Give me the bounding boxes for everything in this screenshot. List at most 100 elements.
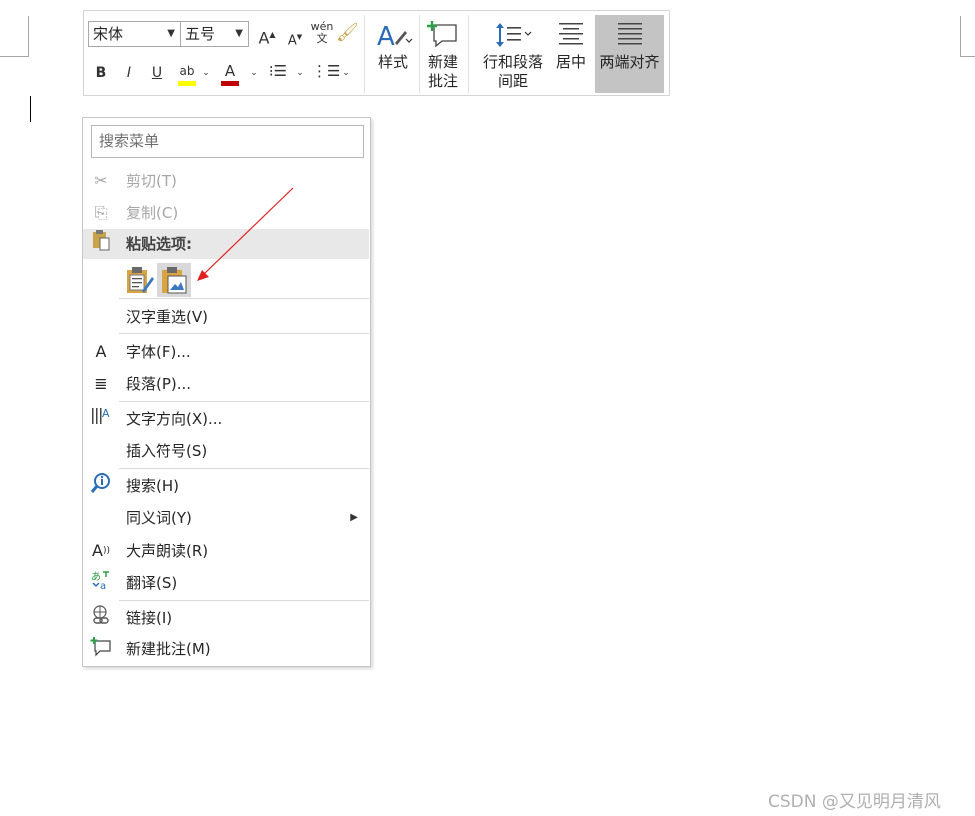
chevron-down-icon[interactable]: ⌄: [248, 63, 260, 83]
font-size-value: 五号: [185, 25, 216, 43]
align-center-icon: [551, 17, 591, 53]
paste-as-picture-button[interactable]: [157, 263, 191, 297]
shrink-font-icon[interactable]: A▼: [284, 27, 306, 51]
center-label: 居中: [555, 53, 586, 71]
menu-item-insert-symbol[interactable]: 插入符号(S): [83, 437, 370, 465]
menu-item-search-label: 搜索(H): [126, 477, 179, 495]
bold-button[interactable]: B: [92, 63, 110, 83]
read-aloud-icon: A)): [92, 541, 110, 560]
svg-text:a: a: [100, 581, 106, 591]
menu-item-hanzi-reselect-label: 汉字重选(V): [126, 308, 208, 326]
bullets-icon[interactable]: ⁝☰: [266, 61, 290, 81]
menu-item-text-direction[interactable]: A 文字方向(X)...: [83, 405, 370, 433]
menu-separator: [119, 298, 369, 299]
svg-text:A: A: [102, 407, 110, 420]
clipboard-icon: [89, 229, 113, 261]
watermark-text: CSDN @又见明月清风: [768, 792, 941, 812]
menu-item-font[interactable]: A 字体(F)...: [83, 338, 370, 366]
copy-icon: ⎘: [94, 203, 108, 222]
styles-icon: A: [371, 17, 415, 53]
center-align-button[interactable]: 居中: [551, 17, 591, 72]
menu-item-new-comment-label: 新建批注(M): [126, 640, 211, 658]
new-comment-label-2: 批注: [427, 72, 458, 90]
chevron-down-icon[interactable]: ⌄: [200, 63, 212, 83]
menu-item-translate-label: 翻译(S): [126, 574, 178, 592]
svg-text:A: A: [377, 22, 395, 51]
menu-item-insert-symbol-label: 插入符号(S): [126, 442, 208, 460]
align-justify-icon: [595, 17, 664, 55]
chevron-down-icon[interactable]: ⌄: [294, 63, 306, 83]
menu-item-text-direction-label: 文字方向(X)...: [126, 410, 223, 428]
line-spacing-button[interactable]: 行和段落 间距: [477, 17, 549, 91]
translate-icon: あa: [89, 569, 113, 600]
page-corner-mark-left: [0, 16, 29, 57]
font-size-combo[interactable]: 五号 ▼: [180, 21, 249, 47]
context-menu: 搜索菜单 ✂ 剪切(T) ⎘ 复制(C) 粘贴选项: 汉字重选(V) A 字体(…: [82, 117, 371, 667]
justify-button[interactable]: 两端对齐: [595, 15, 664, 93]
toolbar-divider: [419, 15, 420, 93]
menu-item-search[interactable]: 搜索(H): [83, 472, 370, 500]
highlight-color-swatch: [178, 81, 196, 86]
toolbar-divider: [364, 15, 365, 93]
styles-label: 样式: [377, 53, 408, 71]
font-color-button[interactable]: A: [220, 61, 240, 86]
phonetic-guide-icon[interactable]: wén 文: [309, 21, 335, 45]
mini-toolbar: 宋体 ▼ 五号 ▼ A▲ A▼ wén 文 🖌 B I U ab ⌄ A ⌄ ⁝…: [83, 10, 670, 96]
menu-item-read-aloud[interactable]: A)) 大声朗读(R): [83, 537, 370, 565]
submenu-arrow-icon: ▶: [350, 512, 358, 523]
page-corner-mark-right: [960, 16, 975, 57]
font-name-combo[interactable]: 宋体 ▼: [88, 21, 181, 47]
menu-item-paragraph[interactable]: ≣ 段落(P)...: [83, 370, 370, 398]
new-comment-label-1: 新建: [427, 53, 458, 71]
menu-item-new-comment[interactable]: 新建批注(M): [83, 635, 370, 663]
menu-item-copy-label: 复制(C): [126, 204, 179, 222]
menu-item-cut[interactable]: ✂ 剪切(T): [83, 167, 370, 195]
numbering-icon[interactable]: ⋮☰: [312, 61, 340, 81]
menu-search-input[interactable]: 搜索菜单: [91, 125, 364, 158]
line-spacing-label-1: 行和段落: [482, 53, 543, 71]
menu-item-link-label: 链接(I): [126, 609, 173, 627]
font-A-icon: A: [95, 342, 107, 361]
highlight-glyph: ab: [179, 64, 195, 78]
new-comment-icon: [423, 17, 463, 53]
scissors-icon: ✂: [94, 171, 108, 190]
new-comment-icon: [89, 635, 113, 666]
justify-label: 两端对齐: [599, 53, 660, 71]
italic-button[interactable]: I: [120, 63, 138, 83]
highlight-button[interactable]: ab: [176, 61, 198, 86]
font-name-value: 宋体: [93, 25, 124, 43]
grow-font-icon[interactable]: A▲: [256, 25, 278, 48]
chevron-down-icon[interactable]: ⌄: [340, 63, 352, 83]
menu-separator: [119, 468, 369, 469]
format-painter-icon[interactable]: 🖌: [336, 23, 359, 43]
menu-item-font-label: 字体(F)...: [126, 343, 191, 361]
font-color-glyph: A: [224, 62, 236, 80]
menu-item-synonyms[interactable]: 同义词(Y) ▶: [83, 504, 370, 532]
menu-item-synonyms-label: 同义词(Y): [126, 509, 192, 527]
underline-button[interactable]: U: [148, 63, 166, 83]
menu-item-read-aloud-label: 大声朗读(R): [126, 542, 209, 560]
new-comment-button[interactable]: 新建 批注: [423, 17, 463, 91]
paragraph-icon: ≣: [94, 374, 108, 393]
phonetic-char: 文: [316, 32, 328, 45]
paste-keep-formatting-button[interactable]: [122, 263, 156, 297]
chevron-down-icon[interactable]: ▼: [235, 22, 243, 46]
link-icon: [89, 604, 113, 635]
text-cursor: [30, 96, 31, 122]
paste-options-label: 粘贴选项:: [126, 235, 192, 253]
menu-item-hanzi-reselect[interactable]: 汉字重选(V): [83, 303, 370, 331]
styles-button[interactable]: A 样式: [371, 17, 415, 72]
font-color-swatch: [221, 81, 239, 86]
menu-item-link[interactable]: 链接(I): [83, 604, 370, 632]
menu-search-placeholder: 搜索菜单: [99, 132, 160, 150]
menu-item-cut-label: 剪切(T): [126, 172, 177, 190]
menu-separator: [119, 600, 369, 601]
menu-separator: [119, 333, 369, 334]
menu-item-copy[interactable]: ⎘ 复制(C): [83, 199, 370, 227]
menu-item-translate[interactable]: あa 翻译(S): [83, 569, 370, 597]
toolbar-divider: [468, 15, 469, 93]
search-info-icon: [89, 472, 113, 503]
chevron-down-icon[interactable]: ▼: [167, 22, 175, 46]
paste-options-header: 粘贴选项:: [83, 229, 369, 259]
text-direction-icon: A: [89, 405, 113, 436]
